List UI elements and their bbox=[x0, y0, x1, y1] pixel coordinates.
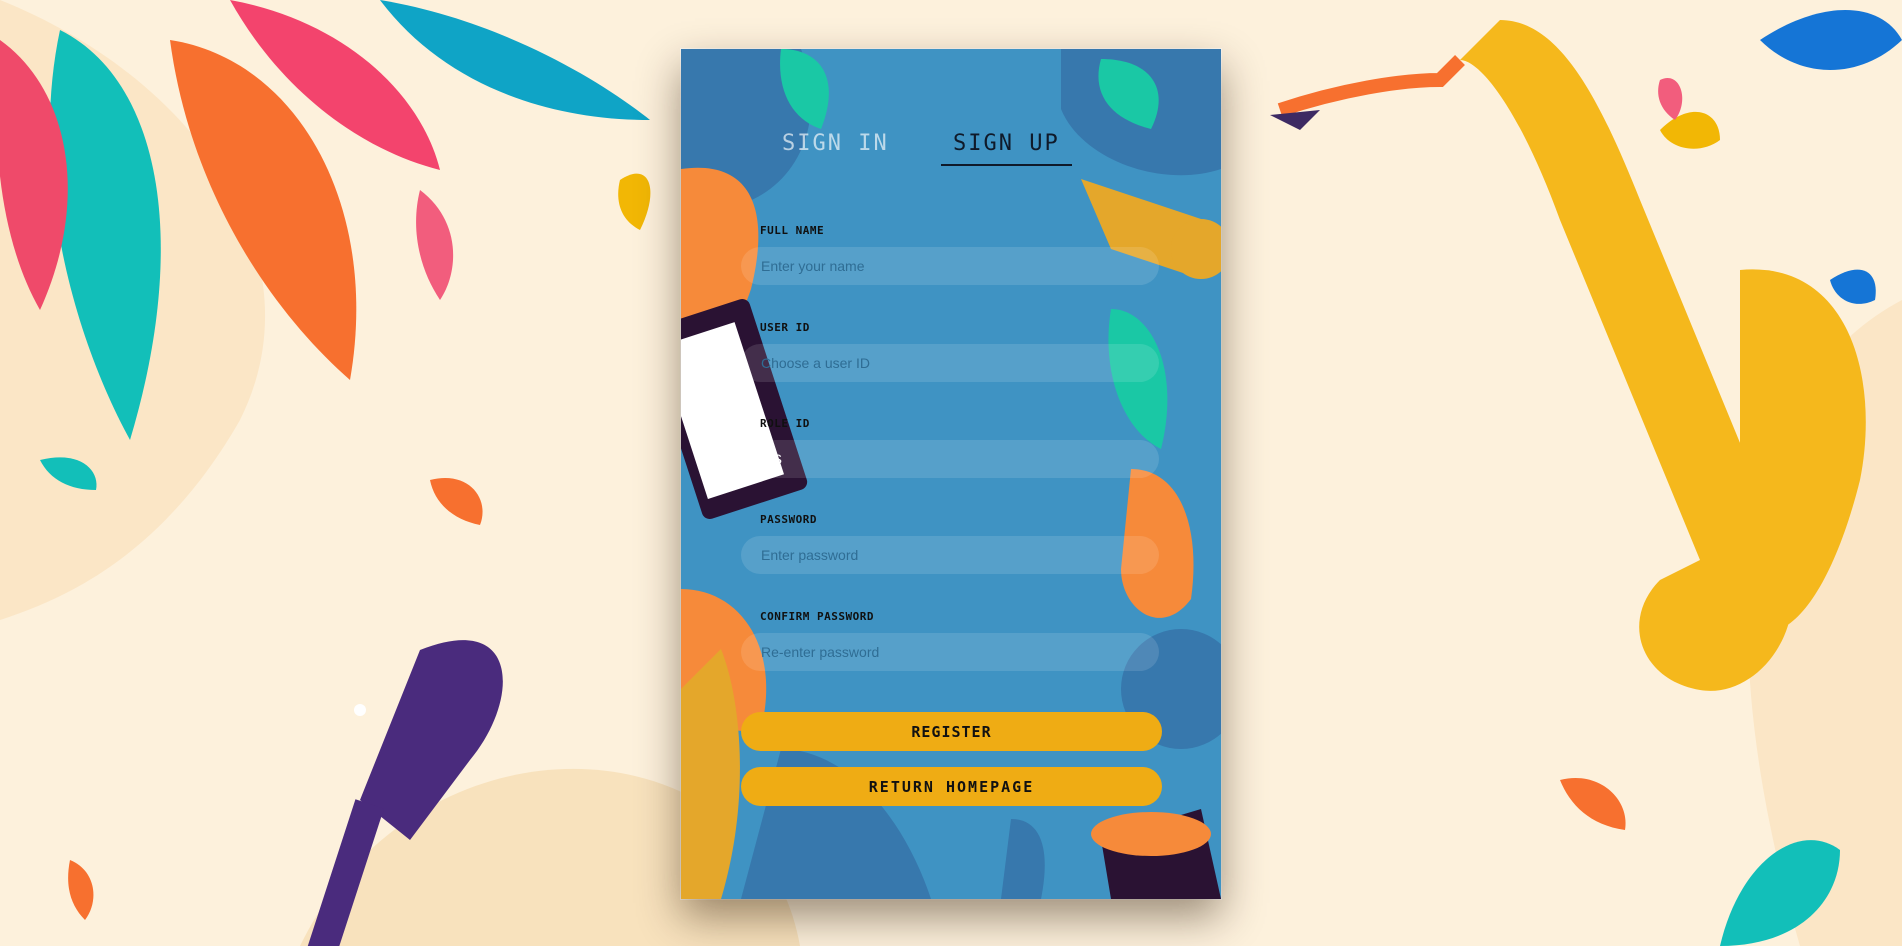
drum-icon bbox=[1091, 809, 1221, 899]
user-id-group: USER ID Choose a user ID bbox=[741, 321, 1161, 382]
confirm-password-label: CONFIRM PASSWORD bbox=[760, 610, 874, 623]
full-name-group: FULL NAME Enter your name bbox=[741, 224, 1161, 285]
user-id-input[interactable]: Choose a user ID bbox=[741, 344, 1159, 382]
confirm-password-group: CONFIRM PASSWORD Re-enter password bbox=[741, 610, 1161, 671]
password-label: PASSWORD bbox=[760, 513, 817, 526]
saxophone-icon bbox=[1270, 20, 1866, 691]
role-id-label: ROLE ID bbox=[760, 417, 810, 430]
return-homepage-button[interactable]: RETURN HOMEPAGE bbox=[741, 767, 1162, 806]
confirm-password-input[interactable]: Re-enter password bbox=[741, 633, 1159, 671]
role-id-input[interactable]: MS bbox=[741, 440, 1159, 478]
password-group: PASSWORD Enter password bbox=[741, 513, 1161, 574]
signup-card: SIGN IN SIGN UP FULL NAME Enter your nam… bbox=[681, 49, 1221, 899]
register-button[interactable]: REGISTER bbox=[741, 712, 1162, 751]
auth-tabs: SIGN IN SIGN UP bbox=[681, 131, 1221, 221]
password-input[interactable]: Enter password bbox=[741, 536, 1159, 574]
tab-sign-up[interactable]: SIGN UP bbox=[941, 131, 1072, 166]
role-id-group: ROLE ID MS bbox=[741, 417, 1161, 478]
full-name-label: FULL NAME bbox=[760, 224, 825, 237]
tab-sign-in[interactable]: SIGN IN bbox=[782, 131, 889, 164]
full-name-input[interactable]: Enter your name bbox=[741, 247, 1159, 285]
user-id-label: USER ID bbox=[760, 321, 810, 334]
